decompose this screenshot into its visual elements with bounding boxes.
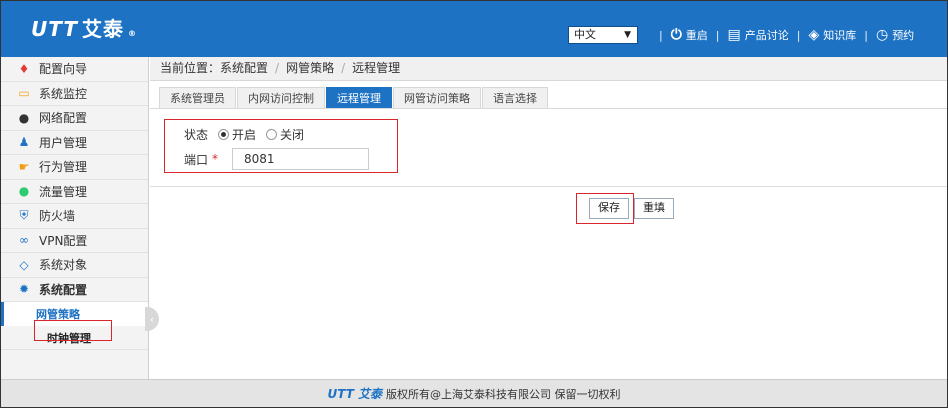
- appointment-link[interactable]: ◷ 预约: [876, 27, 914, 43]
- sidebar-item-label: 流量管理: [39, 184, 88, 199]
- sidebar-item-label: 行为管理: [39, 160, 88, 175]
- save-button[interactable]: 保存: [589, 198, 629, 219]
- appointment-label: 预约: [892, 29, 915, 42]
- sidebar-item-firewall[interactable]: ⛨ 防火墙: [1, 204, 148, 229]
- product-discussion-link[interactable]: ▤ 产品讨论: [728, 27, 789, 43]
- reset-button[interactable]: 重填: [634, 198, 674, 219]
- sidebar-item-behavior-management[interactable]: ☛ 行为管理: [1, 155, 148, 180]
- language-select-value: 中文: [574, 28, 596, 41]
- copyright-text: 版权所有@上海艾泰科技有限公司 保留一切权利: [385, 387, 621, 401]
- footer-logo-text: 艾泰: [357, 387, 382, 401]
- footer: UTT 艾泰 版权所有@上海艾泰科技有限公司 保留一切权利: [1, 379, 947, 407]
- sidebar-item-system-monitor[interactable]: ▭ 系统监控: [1, 82, 148, 106]
- radio-unchecked-icon: [266, 129, 278, 140]
- tab-language-select[interactable]: 语言选择: [482, 87, 548, 109]
- knowledge-base-label: 知识库: [823, 29, 857, 42]
- radio-checked-icon: [218, 129, 230, 140]
- monitor-icon: ▭: [18, 86, 30, 101]
- sidebar-item-system-objects[interactable]: ◇ 系统对象: [1, 253, 148, 278]
- status-label: 状态: [184, 128, 209, 142]
- flow-icon: ●: [18, 184, 30, 199]
- port-label: 端口: [184, 152, 209, 167]
- tab-admin-access-policy[interactable]: 网管访问策略: [393, 87, 481, 109]
- sidebar-item-system-config[interactable]: ✹ 系统配置: [1, 278, 148, 302]
- sidebar-item-label: 防火墙: [39, 209, 76, 224]
- logo-text: 艾泰: [81, 17, 124, 41]
- sidebar-item-label: 系统对象: [39, 258, 88, 273]
- sidebar-item-label: VPN配置: [39, 233, 88, 248]
- sidebar-item-setup-wizard[interactable]: ♦ 配置向导: [1, 57, 148, 82]
- sidebar-item-network-config[interactable]: ● 网络配置: [1, 106, 148, 131]
- breadcrumb-prefix: 当前位置：: [160, 61, 221, 75]
- form-divider: [150, 186, 947, 187]
- sidebar-item-label: 系统监控: [39, 86, 88, 101]
- clock-icon: ◷: [875, 27, 889, 43]
- dropdown-arrow-icon: ▼: [624, 30, 631, 40]
- restart-label: 重启: [685, 29, 708, 42]
- stack-icon: ◈: [808, 27, 820, 43]
- power-icon: ⏻: [670, 27, 682, 43]
- restart-link[interactable]: ⏻ 重启: [671, 27, 708, 43]
- link-icon: ∞: [19, 233, 29, 248]
- gear-icon: ✹: [18, 282, 30, 297]
- tab-lan-access-control[interactable]: 内网访问控制: [237, 87, 325, 109]
- status-row: 状态 开启 关闭: [184, 126, 304, 143]
- sidebar-item-vpn-config[interactable]: ∞ VPN配置: [1, 229, 148, 253]
- status-off-label: 关闭: [280, 128, 305, 142]
- breadcrumb-item: 远程管理: [352, 61, 401, 75]
- sidebar-item-label: 用户管理: [39, 135, 88, 150]
- cube-icon: ◇: [19, 257, 29, 272]
- shield-icon: ⛨: [19, 208, 29, 223]
- breadcrumb-item: 网管策略: [286, 61, 335, 75]
- tab-remote-management[interactable]: 远程管理: [326, 87, 392, 109]
- sidebar-item-label: 网络配置: [39, 111, 88, 126]
- knowledge-base-link[interactable]: ◈ 知识库: [808, 27, 856, 43]
- top-nav: | ⏻ 重启 | ▤ 产品讨论 | ◈ 知识库 | ◷ 预约: [659, 27, 915, 43]
- breadcrumb-item: 系统配置: [220, 61, 269, 75]
- product-discussion-label: 产品讨论: [744, 29, 789, 42]
- tab-bar: 系统管理员 内网访问控制 远程管理 网管访问策略 语言选择: [159, 87, 548, 109]
- top-header: UTT 艾泰 ® 中文 ▼ | ⏻ 重启 | ▤ 产品讨论 | ◈ 知识库 | ◷ 预约: [1, 1, 947, 57]
- required-mark: *: [212, 152, 219, 166]
- port-input[interactable]: 8081: [232, 148, 370, 170]
- status-on-radio[interactable]: 开启: [218, 126, 256, 143]
- port-row: 端口 * 8081: [184, 148, 370, 170]
- language-select[interactable]: 中文 ▼: [568, 26, 638, 44]
- hand-icon: ☛: [18, 159, 30, 174]
- tab-divider: [150, 108, 947, 109]
- brand-logo: UTT 艾泰 ®: [31, 13, 137, 42]
- pin-icon: ♦: [18, 61, 30, 76]
- logo-mark: UTT: [31, 17, 78, 41]
- sidebar-item-label: 配置向导: [39, 62, 88, 77]
- sidebar-item-user-management[interactable]: ♟ 用户管理: [1, 131, 148, 155]
- sidebar-item-traffic-management[interactable]: ● 流量管理: [1, 180, 148, 204]
- footer-logo-mark: UTT: [327, 386, 354, 401]
- sidebar-item-label: 系统配置: [39, 282, 88, 297]
- chat-icon: ▤: [727, 27, 741, 43]
- tab-system-admin[interactable]: 系统管理员: [159, 87, 236, 109]
- globe-icon: ●: [18, 110, 30, 125]
- users-icon: ♟: [18, 135, 30, 150]
- status-on-label: 开启: [232, 128, 257, 142]
- breadcrumb: 当前位置：系统配置 / 网管策略 / 远程管理: [150, 57, 947, 81]
- chevron-left-icon: ‹: [149, 312, 155, 326]
- status-off-radio[interactable]: 关闭: [266, 126, 304, 143]
- highlight-box-sidebar: [34, 320, 112, 341]
